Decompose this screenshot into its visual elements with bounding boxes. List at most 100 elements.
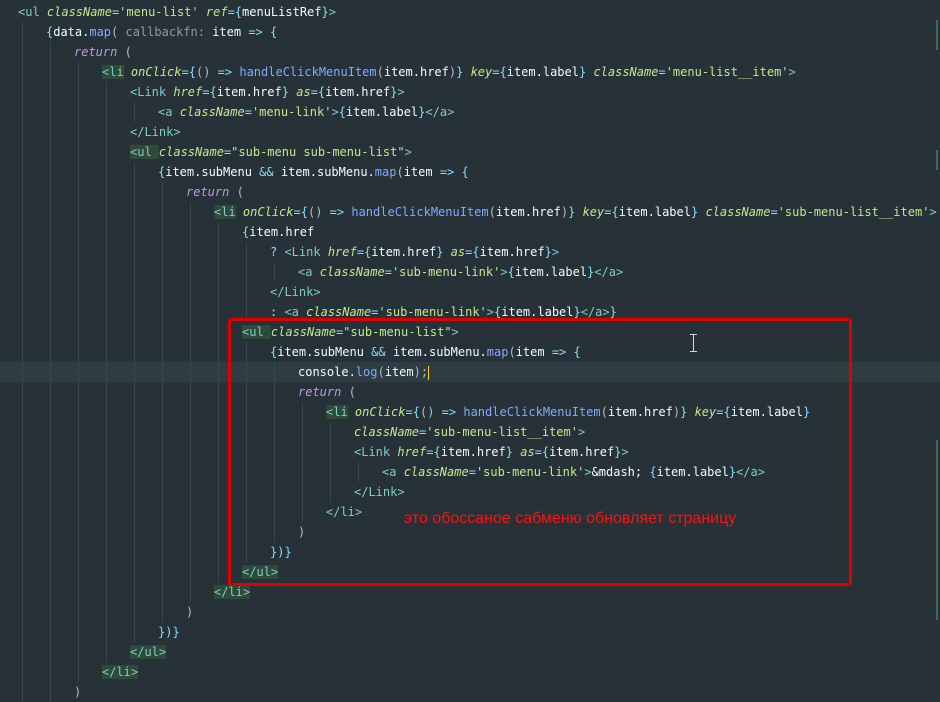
code-line[interactable]: </ul> [0,562,940,582]
code-token: </a> [425,105,455,119]
indent-guide [134,302,135,322]
indent-guide [106,302,107,322]
code-line[interactable]: <a className='sub-menu-link'>{item.label… [0,262,940,282]
code-line[interactable]: return ( [0,42,940,62]
indent-guide [78,442,79,462]
code-line[interactable]: return ( [0,382,940,402]
code-token: <a [382,465,404,479]
code-line[interactable]: console.log(item); [0,362,940,382]
code-token: { [472,245,480,259]
code-token: = [770,205,778,219]
code-token: href [327,245,357,259]
code-line[interactable]: <li onClick={() => handleClickMenuItem(i… [0,62,940,82]
code-token: className [158,145,224,159]
indent-guide [274,422,275,442]
indent-guide [22,42,23,62]
code-line[interactable]: : <a className='sub-menu-link'>{item.lab… [0,302,940,322]
code-text: {item.href [242,222,314,242]
indent-guide [78,302,79,322]
code-line[interactable]: ? <Link href={item.href} as={item.href}> [0,242,940,262]
indent-guide [302,502,303,522]
code-token: className [403,465,469,479]
code-token: > [397,85,405,99]
code-token: } [505,445,521,459]
code-token: > [551,245,560,259]
code-token: ( [348,385,356,399]
code-line[interactable]: <a className='menu-link'>{item.label}</a… [0,102,940,122]
code-line[interactable]: </ul> [0,642,940,662]
code-line[interactable]: </li> [0,662,940,682]
code-line[interactable]: <ul className="sub-menu sub-menu-list"> [0,142,940,162]
code-token: item.href [249,225,315,239]
code-token: = [181,65,189,79]
code-token: > [577,425,586,439]
code-line[interactable]: </li> [0,582,940,602]
code-line[interactable]: </Link> [0,122,940,142]
code-token: className [705,205,771,219]
code-token: <li [326,405,348,419]
code-token: item [212,25,249,39]
indent-guide [218,482,219,502]
code-text: : <a className='sub-menu-link'>{item.lab… [270,302,617,322]
code-token: </a> [594,265,624,279]
indent-guide [22,242,23,262]
indent-guide [218,282,219,302]
indent-guide [22,642,23,662]
indent-guide [190,342,191,362]
code-line[interactable]: <Link href={item.href} as={item.href}> [0,82,940,102]
code-line[interactable]: <a className='sub-menu-link'>&mdash; {it… [0,462,940,482]
scrollbar-marker [936,20,938,50]
code-line[interactable]: })} [0,542,940,562]
code-token: map [89,25,112,39]
code-token: => [248,25,271,39]
code-token: () [419,405,442,419]
indent-guide [106,482,107,502]
indent-guide [106,582,107,602]
code-line[interactable]: <Link href={item.href} as={item.href}> [0,442,940,462]
indent-guide [274,462,275,482]
code-token: } [321,5,329,19]
code-token: = [202,85,210,99]
code-line[interactable]: className='sub-menu-list__item'> [0,422,940,442]
code-token: "sub-menu sub-menu-list" [231,145,405,159]
indent-guide [50,582,51,602]
code-line[interactable]: </Link> [0,482,940,502]
code-line[interactable]: <ul className="sub-menu-list"> [0,322,940,342]
code-token: item.subMenu [165,165,260,179]
indent-guide [246,462,247,482]
code-text: </Link> [354,482,405,502]
code-line[interactable]: {item.subMenu && item.subMenu.map(item =… [0,342,940,362]
code-line[interactable]: return ( [0,182,940,202]
indent-guide [22,62,23,82]
indent-guide [190,262,191,282]
code-token: className [593,65,659,79]
indent-guide [162,222,163,242]
code-line[interactable]: <ul className='menu-list' ref={menuListR… [0,2,940,22]
code-token: = [384,265,392,279]
code-token: () [195,65,218,79]
code-line[interactable]: <li onClick={() => handleClickMenuItem(i… [0,402,940,422]
indent-guide [78,382,79,402]
code-line[interactable]: <li onClick={() => handleClickMenuItem(i… [0,202,940,222]
code-token: ( [508,345,516,359]
code-editor[interactable]: <ul className='menu-list' ref={menuListR… [0,0,940,702]
code-line[interactable]: })} [0,622,940,642]
code-token: "sub-menu-list" [343,325,452,339]
indent-guide [218,242,219,262]
indent-guide [78,662,79,682]
code-line[interactable]: {item.href [0,222,940,242]
indent-guide [50,562,51,582]
code-token: => [551,345,574,359]
code-token: { [611,205,619,219]
code-line[interactable]: ) [0,602,940,622]
indent-guide [302,482,303,502]
indent-guide [22,582,23,602]
indent-guide [162,482,163,502]
code-line[interactable]: {data.map( callbackfn: item => { [0,22,940,42]
code-line[interactable]: </Link> [0,282,940,302]
indent-guide [50,322,51,342]
code-line[interactable]: ) [0,682,940,702]
indent-guide [190,362,191,382]
indent-guide [134,482,135,502]
code-line[interactable]: {item.subMenu && item.subMenu.map(item =… [0,162,940,182]
